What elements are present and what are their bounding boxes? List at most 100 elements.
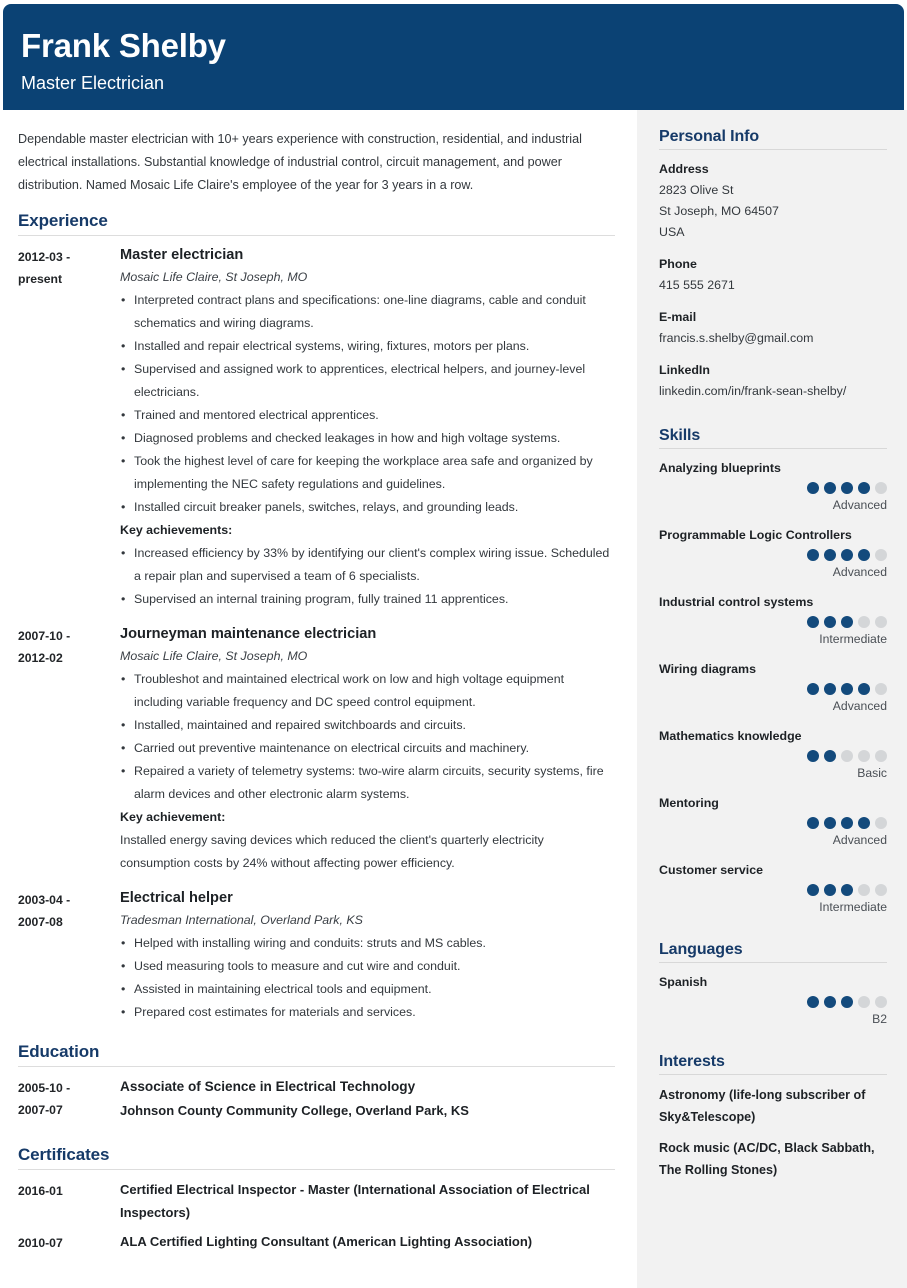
entry-body: Certified Electrical Inspector - Master … <box>120 1178 615 1224</box>
rating-dot <box>824 884 836 896</box>
rating-dot <box>807 549 819 561</box>
certificate-name: Certified Electrical Inspector - Master … <box>120 1182 590 1220</box>
rating-dot <box>858 817 870 829</box>
personal-info-value: USA <box>659 225 685 239</box>
job-title: Electrical helper <box>120 890 233 906</box>
personal-info-value: 415 555 2671 <box>659 278 735 292</box>
skill-name: Mentoring <box>659 796 719 810</box>
entry-date: 2016-01 <box>18 1184 63 1198</box>
job-bullets: Troubleshot and maintained electrical wo… <box>120 668 615 806</box>
interest-item: Rock music (AC/DC, Black Sabbath, The Ro… <box>659 1141 875 1177</box>
candidate-job-title: Master Electrician <box>21 73 165 93</box>
personal-info-value: St Joseph, MO 64507 <box>659 204 779 218</box>
education-list: 2005-10 -2007-07 Associate of Science in … <box>18 1075 615 1139</box>
skill-level: Advanced <box>832 565 887 579</box>
rating-dot <box>841 683 853 695</box>
section-heading-education: Education <box>18 1042 100 1061</box>
rating-dot <box>807 482 819 494</box>
job-bullet: Installed circuit breaker panels, switch… <box>120 496 615 519</box>
sidebar-divider <box>659 448 887 449</box>
skill-name: Mathematics knowledge <box>659 729 802 743</box>
interest-item: Astronomy (life-long subscriber of Sky&T… <box>659 1088 866 1124</box>
personal-info-item: Phone 415 555 2671 <box>659 254 887 296</box>
job-bullets: Interpreted contract plans and specifica… <box>120 289 615 519</box>
rating-dot <box>807 817 819 829</box>
skill-name: Programmable Logic Controllers <box>659 528 852 542</box>
rating-dot <box>875 616 887 628</box>
job-bullet: Trained and mentored electrical apprenti… <box>120 404 615 427</box>
rating-dot <box>858 683 870 695</box>
professional-summary: Dependable master electrician with 10+ y… <box>18 132 582 192</box>
job-title: Journeyman maintenance electrician <box>120 626 377 642</box>
rating-dot <box>807 616 819 628</box>
sidebar-heading-languages: Languages <box>659 941 743 958</box>
rating-dot <box>858 996 870 1008</box>
job-bullet: Diagnosed problems and checked leakages … <box>120 427 615 450</box>
personal-info-value: 2823 Olive St <box>659 183 734 197</box>
rating-dot <box>824 482 836 494</box>
rating-dot <box>841 482 853 494</box>
personal-info-value: francis.s.shelby@gmail.com <box>659 331 814 345</box>
rating-dot <box>875 996 887 1008</box>
personal-info-list: Address 2823 Olive St St Joseph, MO 64507 U… <box>659 159 887 402</box>
rating-dot <box>875 884 887 896</box>
sidebar-heading-interests: Interests <box>659 1053 725 1070</box>
personal-info-label: LinkedIn <box>659 363 710 377</box>
rating-dot <box>824 817 836 829</box>
rating-dot <box>875 683 887 695</box>
interests-list: Astronomy (life-long subscriber of Sky&T… <box>659 1084 887 1181</box>
experience-entry: 2003-04 -2007-08 Electrical helper Tradesm… <box>18 887 615 1024</box>
rating-dot <box>875 817 887 829</box>
achievement-bullets: Increased efficiency by 33% by identifyi… <box>120 542 615 611</box>
personal-info-label: Phone <box>659 257 697 271</box>
sidebar-divider <box>659 149 887 150</box>
rating-dots <box>659 616 887 628</box>
experience-entry: 2007-10 -2012-02 Journeyman maintenance e… <box>18 623 615 875</box>
job-bullet: Carried out preventive maintenance on el… <box>120 737 615 760</box>
skill-level: Advanced <box>832 699 887 713</box>
rating-dot <box>841 549 853 561</box>
rating-dot <box>875 750 887 762</box>
section-divider <box>18 235 615 236</box>
section-heading-certificates: Certificates <box>18 1145 110 1164</box>
rating-dot <box>824 616 836 628</box>
achievement-bullet: Increased efficiency by 33% by identifyi… <box>120 542 615 588</box>
main-column: Dependable master electrician with 10+ y… <box>0 110 637 1288</box>
language-name: Spanish <box>659 975 708 989</box>
rating-dot <box>841 817 853 829</box>
job-bullet: Installed, maintained and repaired switc… <box>120 714 615 737</box>
sidebar-column: Personal Info Address 2823 Olive St St Jos… <box>637 110 907 1288</box>
rating-dots <box>659 817 887 829</box>
rating-dot <box>824 750 836 762</box>
achievement-text: Installed energy saving devices which re… <box>120 833 544 870</box>
language-item: Spanish B2 <box>659 972 887 1029</box>
rating-dot <box>875 482 887 494</box>
sidebar-divider <box>659 1074 887 1075</box>
rating-dot <box>807 683 819 695</box>
job-bullet: Helped with installing wiring and condui… <box>120 932 615 955</box>
job-bullet: Troubleshot and maintained electrical wo… <box>120 668 615 714</box>
rating-dots <box>659 683 887 695</box>
job-company: Mosaic Life Claire, St Joseph, MO <box>120 270 308 284</box>
certificate-entry: 2016-01 Certified Electrical Inspector - … <box>18 1178 615 1224</box>
section-heading-experience: Experience <box>18 211 108 230</box>
job-title: Master electrician <box>120 247 244 263</box>
rating-dots <box>659 750 887 762</box>
rating-dots <box>659 884 887 896</box>
skill-name: Industrial control systems <box>659 595 814 609</box>
education-degree: Associate of Science in Electrical Techn… <box>120 1079 416 1094</box>
rating-dot <box>807 996 819 1008</box>
job-company: Tradesman International, Overland Park, … <box>120 913 363 927</box>
rating-dot <box>841 996 853 1008</box>
entry-body: Journeyman maintenance electrician Mosaic… <box>120 623 615 875</box>
job-bullet: Prepared cost estimates for materials an… <box>120 1001 615 1024</box>
job-bullet: Assisted in maintaining electrical tools… <box>120 978 615 1001</box>
skill-level: Intermediate <box>819 900 887 914</box>
skill-level: Advanced <box>832 498 887 512</box>
skill-item: Mathematics knowledge Basic <box>659 726 887 783</box>
personal-info-item: Address 2823 Olive St St Joseph, MO 64507 U… <box>659 159 887 243</box>
personal-info-label: E-mail <box>659 310 697 324</box>
rating-dot <box>858 616 870 628</box>
